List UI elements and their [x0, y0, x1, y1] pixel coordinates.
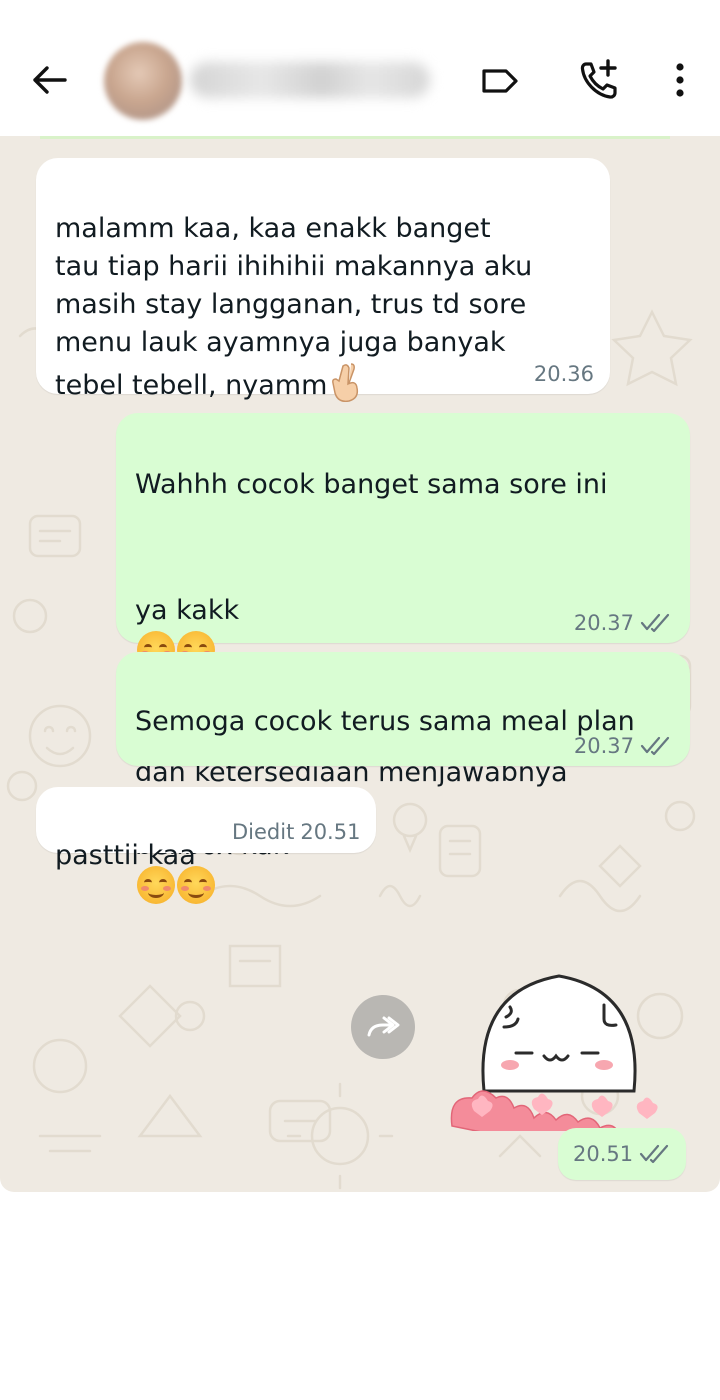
sticker-image[interactable] — [444, 941, 674, 1131]
incoming-message[interactable]: malamm kaa, kaa enakk banget tau tiap ha… — [36, 158, 610, 403]
edited-label: Diedit — [232, 820, 295, 844]
forward-icon — [367, 1016, 400, 1037]
chat-area[interactable]: malamm kaa, kaa enakk banget tau tiap ha… — [0, 136, 720, 1192]
outgoing-message[interactable]: Semoga cocok terus sama meal plan bellbo… — [116, 652, 690, 904]
label-tag-icon — [482, 69, 518, 93]
double-check-icon — [640, 613, 670, 633]
message-time: 20.37 — [573, 734, 634, 758]
outgoing-message[interactable]: Wahhh cocok banget sama sore ini ya kakk… — [116, 413, 690, 788]
message-text: malamm kaa, kaa enakk banget tau tiap ha… — [55, 213, 533, 401]
message-line: ya kakk — [135, 595, 240, 626]
back-button[interactable] — [22, 55, 76, 105]
chat-header — [0, 0, 720, 136]
more-options-button[interactable] — [660, 54, 700, 106]
contact-avatar[interactable] — [104, 42, 182, 120]
add-call-icon — [580, 59, 617, 99]
incoming-message[interactable]: pasttii kaa Diedit 20.51 — [36, 787, 376, 871]
message-time: 20.51 — [300, 820, 361, 844]
message-time: 20.51 — [573, 1142, 634, 1166]
contact-name[interactable] — [190, 62, 430, 98]
crossed-fingers-emoji-icon — [329, 362, 363, 413]
forward-button[interactable] — [351, 995, 415, 1059]
message-line: Wahhh cocok banget sama sore ini — [135, 469, 608, 500]
arrow-left-icon — [33, 66, 67, 94]
label-button[interactable] — [472, 56, 528, 106]
sticker-time-pill: 20.51 — [558, 1128, 686, 1180]
message-time: 20.36 — [533, 362, 594, 386]
double-check-icon — [640, 736, 670, 756]
more-vertical-icon — [676, 63, 684, 97]
add-call-button[interactable] — [570, 54, 630, 106]
message-text: pasttii kaa — [55, 840, 196, 871]
message-time: 20.37 — [573, 611, 634, 635]
double-check-icon — [640, 1144, 669, 1164]
